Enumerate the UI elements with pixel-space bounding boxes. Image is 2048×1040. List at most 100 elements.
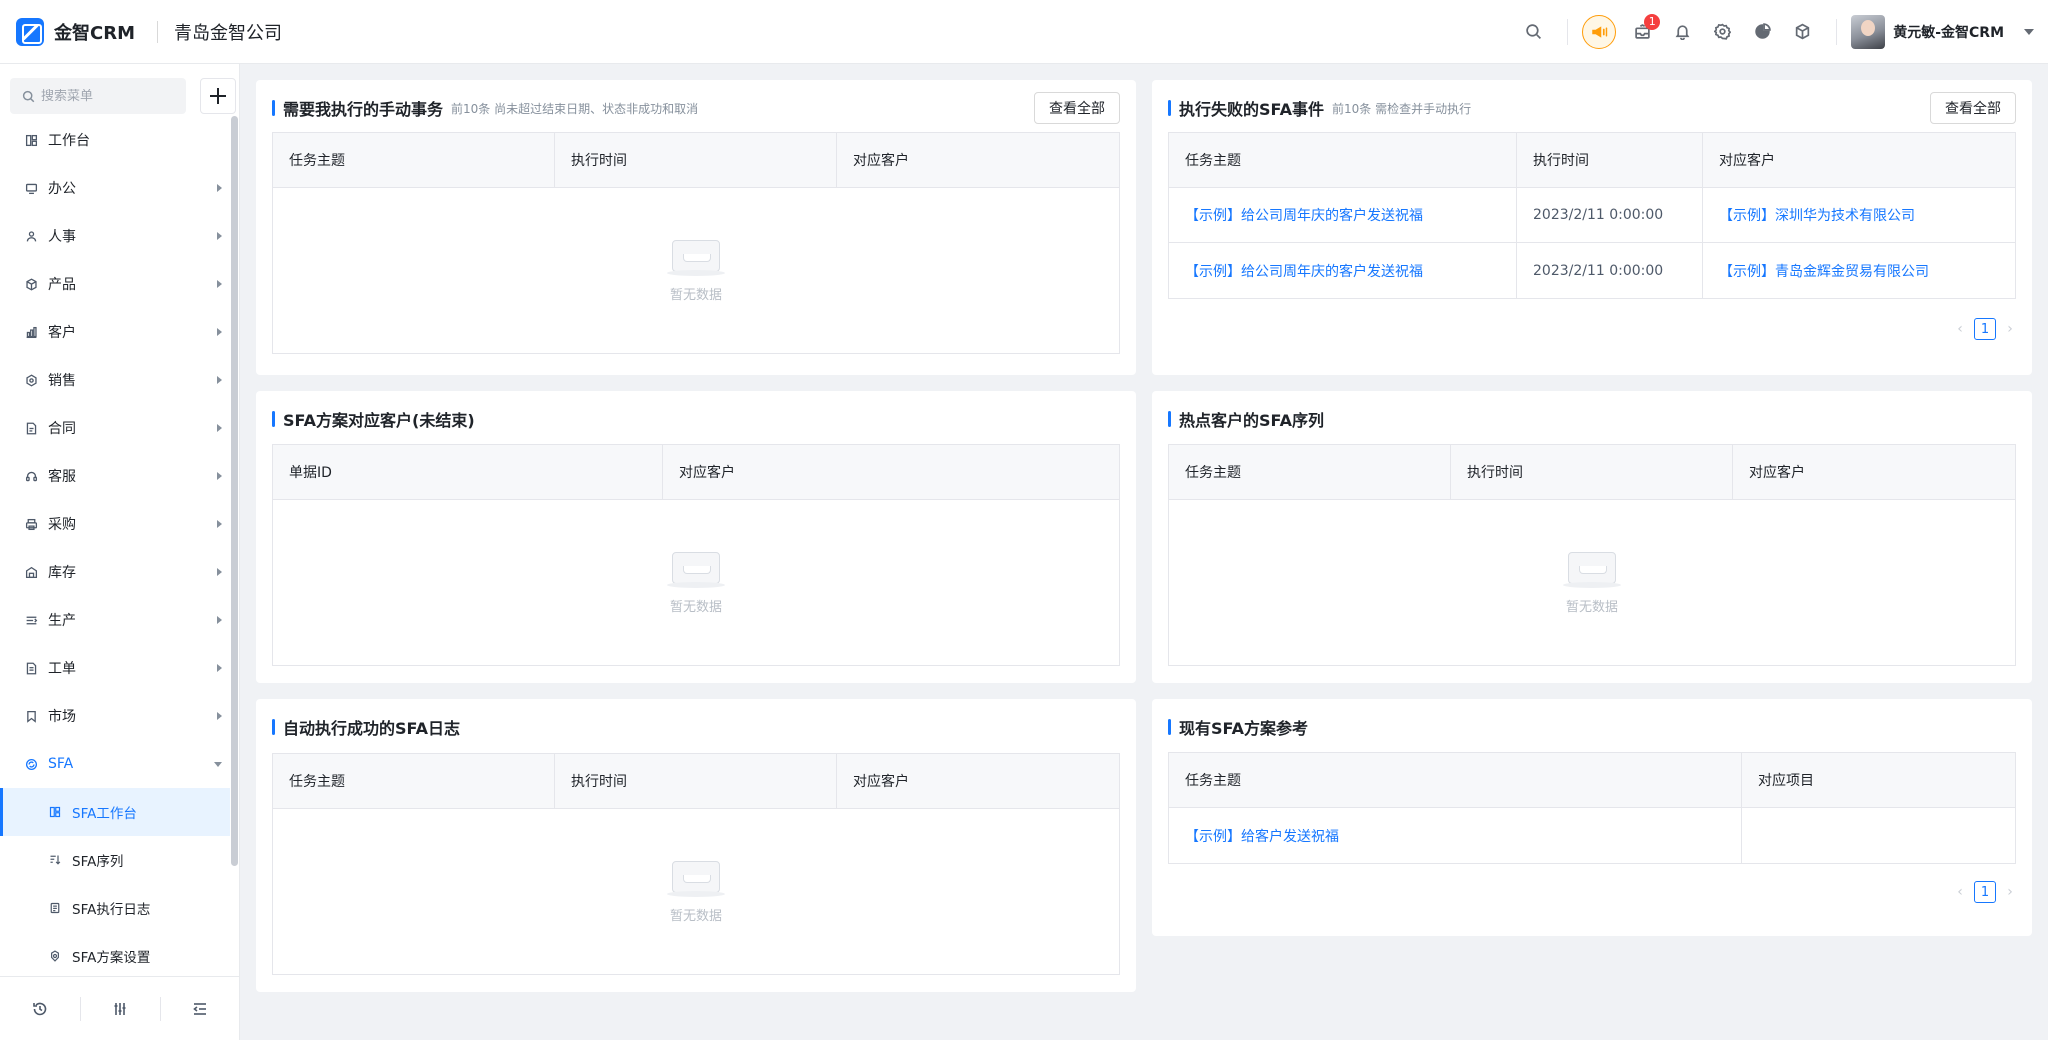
sidebar-item-12[interactable]: 市场 <box>0 692 230 740</box>
settings-icon <box>48 949 62 963</box>
empty-box-icon <box>667 550 725 588</box>
chevron-right-icon <box>217 712 222 720</box>
sidebar-subitem-3[interactable]: SFA方案设置 <box>0 932 230 980</box>
next-page-button[interactable]: › <box>2000 884 2020 900</box>
sidebar-item-10[interactable]: 生产 <box>0 596 230 644</box>
sfa-icon <box>24 757 38 771</box>
column-header[interactable]: 任务主题 <box>273 754 555 808</box>
sidebar-subitem-label: SFA执行日志 <box>72 902 151 918</box>
customer-link[interactable]: 【示例】青岛金辉金贸易有限公司 <box>1703 243 2015 298</box>
dashboard-icon <box>24 133 38 147</box>
sidebar-item-7[interactable]: 客服 <box>0 452 230 500</box>
sidebar-item-0[interactable]: 工作台 <box>0 116 230 164</box>
sidebar-item-5[interactable]: 销售 <box>0 356 230 404</box>
inbox-icon[interactable]: 1 <box>1622 12 1662 52</box>
prev-page-button[interactable]: ‹ <box>1950 321 1970 337</box>
cube-icon[interactable] <box>1782 12 1822 52</box>
chevron-down-icon[interactable] <box>2024 28 2034 35</box>
pagination: ‹ 1 › <box>1950 881 2020 903</box>
bookmark-icon <box>24 709 38 723</box>
view-all-button[interactable]: 查看全部 <box>1034 92 1120 124</box>
sidebar-item-3[interactable]: 产品 <box>0 260 230 308</box>
column-header[interactable]: 对应客户 <box>1703 133 2015 187</box>
search-icon <box>22 90 35 102</box>
company-name: 青岛金智公司 <box>173 22 282 44</box>
sidebar-subitem-0[interactable]: SFA工作台 <box>0 788 230 836</box>
column-header[interactable]: 任务主题 <box>273 133 555 187</box>
people-icon <box>24 229 38 243</box>
column-header[interactable]: 执行时间 <box>555 133 837 187</box>
column-header[interactable]: 对应客户 <box>837 754 1119 808</box>
column-header[interactable]: 任务主题 <box>1169 753 1742 807</box>
card-subtitle: 前10条 需检查并手动执行 <box>1332 101 1472 116</box>
search-icon[interactable] <box>1513 12 1553 52</box>
card-plan-customers: SFA方案对应客户(未结束) 单据ID 对应客户 暂无数据 <box>256 391 1136 683</box>
add-button[interactable] <box>200 78 236 114</box>
sidebar-item-13[interactable]: SFA <box>0 740 230 788</box>
column-header[interactable]: 任务主题 <box>1169 445 1451 499</box>
sidebar-item-11[interactable]: 工单 <box>0 644 230 692</box>
column-header[interactable]: 执行时间 <box>1517 133 1703 187</box>
sidebar-scrollbar[interactable] <box>231 116 238 866</box>
sidebar-item-label: 办公 <box>48 181 76 197</box>
title-accent-bar <box>272 411 275 427</box>
empty-text: 暂无数据 <box>1565 600 1618 615</box>
next-page-button[interactable]: › <box>2000 321 2020 337</box>
chevron-right-icon <box>217 520 222 528</box>
task-link[interactable]: 【示例】给公司周年庆的客户发送祝福 <box>1169 243 1517 298</box>
empty-state: 暂无数据 <box>273 500 1119 665</box>
sidebar-item-1[interactable]: 办公 <box>0 164 230 212</box>
announcement-icon[interactable] <box>1582 14 1617 49</box>
collapse-menu-icon[interactable] <box>160 996 240 1021</box>
view-all-button[interactable]: 查看全部 <box>1930 92 2016 124</box>
column-header[interactable]: 执行时间 <box>555 754 837 808</box>
prev-page-button[interactable]: ‹ <box>1950 884 1970 900</box>
page-number[interactable]: 1 <box>1974 881 1996 903</box>
sidebar-item-2[interactable]: 人事 <box>0 212 230 260</box>
column-header[interactable]: 对应客户 <box>837 133 1119 187</box>
sidebar-item-4[interactable]: 客户 <box>0 308 230 356</box>
column-header[interactable]: 对应客户 <box>663 445 1119 499</box>
customer-link[interactable]: 【示例】深圳华为技术有限公司 <box>1703 188 2015 242</box>
sidebar-item-8[interactable]: 采购 <box>0 500 230 548</box>
sidebar-subitem-2[interactable]: SFA执行日志 <box>0 884 230 932</box>
logo-text: 金智CRM <box>54 22 135 44</box>
logo[interactable]: 金智CRM <box>16 17 135 46</box>
bell-icon[interactable] <box>1662 12 1702 52</box>
gear-icon[interactable] <box>1702 12 1742 52</box>
user-name[interactable]: 黄元敏-金智CRM <box>1893 22 2004 42</box>
title-accent-bar <box>1168 719 1171 735</box>
column-header[interactable]: 对应客户 <box>1733 445 2015 499</box>
chevron-right-icon <box>217 424 222 432</box>
table-row[interactable]: 【示例】给公司周年庆的客户发送祝福 2023/2/11 0:00:00 【示例】… <box>1169 243 2015 298</box>
column-header[interactable]: 单据ID <box>273 445 663 499</box>
table-row[interactable]: 【示例】给客户发送祝福 <box>1169 808 2015 863</box>
menu-search[interactable] <box>10 78 186 114</box>
task-link[interactable]: 【示例】给公司周年庆的客户发送祝福 <box>1169 188 1517 242</box>
column-header[interactable]: 对应项目 <box>1742 753 2015 807</box>
exec-time: 2023/2/11 0:00:00 <box>1517 188 1703 242</box>
printer-icon <box>24 517 38 531</box>
header-separator <box>1567 18 1569 45</box>
sidebar-subitem-1[interactable]: SFA序列 <box>0 836 230 884</box>
pie-chart-icon[interactable] <box>1742 12 1782 52</box>
page-number[interactable]: 1 <box>1974 318 1996 340</box>
card-failed-events: 执行失败的SFA事件 前10条 需检查并手动执行 查看全部 任务主题 执行时间 … <box>1152 80 2032 375</box>
sidebar-item-9[interactable]: 库存 <box>0 548 230 596</box>
column-header[interactable]: 任务主题 <box>1169 133 1517 187</box>
title-accent-bar <box>272 100 275 116</box>
column-header[interactable]: 执行时间 <box>1451 445 1733 499</box>
notification-badge: 1 <box>1644 13 1661 30</box>
sidebar: 工作台办公人事产品客户销售合同客服采购库存生产工单市场 SFA SFA工作台 SFA序… <box>0 64 240 1040</box>
sidebar-item-6[interactable]: 合同 <box>0 404 230 452</box>
history-icon[interactable] <box>0 997 80 1021</box>
sliders-icon[interactable] <box>80 996 160 1021</box>
avatar[interactable] <box>1851 14 1886 49</box>
card-hot-customers: 热点客户的SFA序列 任务主题 执行时间 对应客户 暂无数据 <box>1152 391 2032 683</box>
task-link[interactable]: 【示例】给客户发送祝福 <box>1169 808 1742 863</box>
exec-time: 2023/2/11 0:00:00 <box>1517 243 1703 298</box>
table-row[interactable]: 【示例】给公司周年庆的客户发送祝福 2023/2/11 0:00:00 【示例】… <box>1169 188 2015 243</box>
sidebar-item-label: 客户 <box>48 325 76 341</box>
menu-search-input[interactable] <box>41 88 181 104</box>
empty-state: 暂无数据 <box>1169 500 2015 665</box>
